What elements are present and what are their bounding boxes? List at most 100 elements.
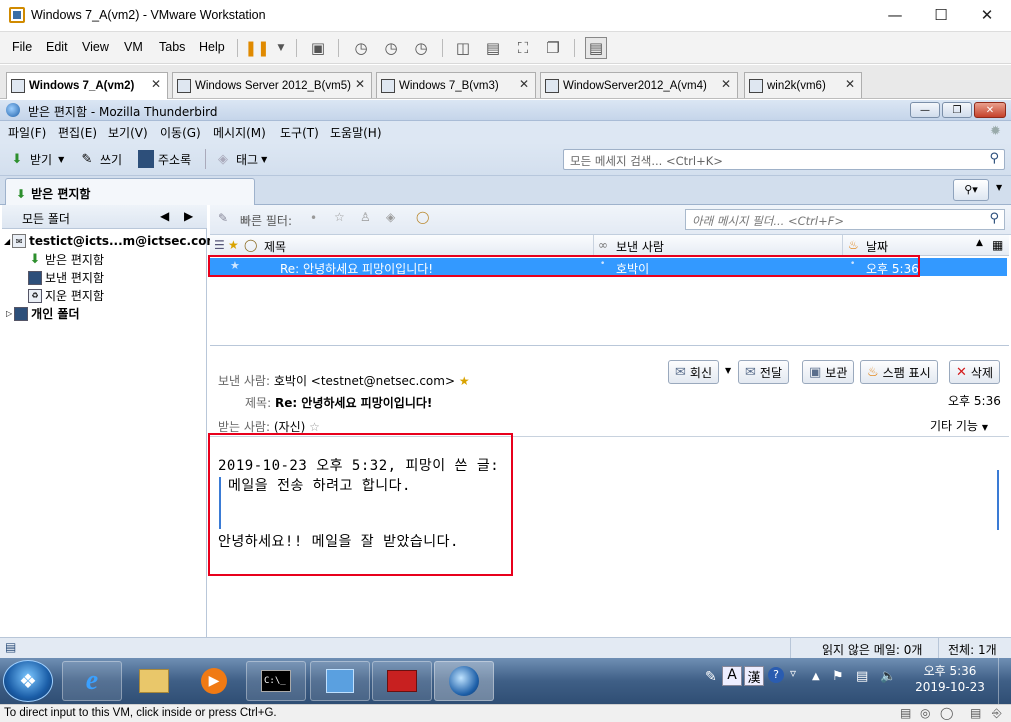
contact-filter-icon[interactable]: ♙ bbox=[360, 210, 371, 224]
minimize-icon[interactable]: — bbox=[872, 0, 918, 30]
network-icon[interactable]: ▤ bbox=[856, 669, 868, 684]
media-player-icon[interactable]: ▶ bbox=[184, 661, 244, 701]
close-tab-icon[interactable]: ✕ bbox=[355, 77, 365, 91]
tag-button[interactable]: ◈ 태그 ▼ bbox=[214, 148, 267, 170]
show-desktop-button[interactable] bbox=[998, 658, 1011, 704]
menu-tools[interactable]: 도구(T) bbox=[280, 124, 319, 141]
pin-icon[interactable]: ✎ bbox=[218, 211, 228, 225]
column-picker-icon[interactable]: ▦ bbox=[992, 238, 1003, 252]
menu-vm[interactable]: VM bbox=[124, 40, 143, 54]
toolbox-icon[interactable] bbox=[372, 661, 432, 701]
tab-windowserver2012-a[interactable]: WindowServer2012_A(vm4) ✕ bbox=[540, 72, 738, 98]
reply-button[interactable]: ✉ 회신 bbox=[668, 360, 719, 384]
star-filter-icon[interactable]: ☆ bbox=[334, 210, 345, 224]
expand-icon[interactable]: ▷ bbox=[6, 309, 12, 318]
thread-column-icon[interactable]: ☰ bbox=[214, 238, 225, 252]
chevron-down-icon[interactable]: ▼ bbox=[725, 366, 731, 375]
tab-windows7-b[interactable]: Windows 7_B(vm3) ✕ bbox=[376, 72, 536, 98]
chevron-down-icon[interactable]: ▼ bbox=[996, 183, 1002, 192]
maximize-icon[interactable]: ☐ bbox=[918, 0, 964, 30]
archive-button[interactable]: ▣ 보관 bbox=[802, 360, 855, 384]
folder-inbox[interactable]: ⬇ 받은 편지함 bbox=[28, 251, 104, 268]
ime-options-icon[interactable]: ▿ bbox=[790, 666, 796, 680]
close-tab-icon[interactable]: ✕ bbox=[845, 77, 855, 91]
ime-hanja[interactable]: 漢 bbox=[744, 666, 764, 686]
menu-go[interactable]: 이동(G) bbox=[160, 124, 201, 141]
send-keys-icon[interactable]: ▣ bbox=[307, 37, 329, 59]
menu-file[interactable]: File bbox=[12, 40, 32, 54]
forward-button[interactable]: ✉ 전달 bbox=[738, 360, 789, 384]
chevron-down-icon[interactable]: ▼ bbox=[270, 37, 292, 59]
action-center-icon[interactable]: ⚑ bbox=[832, 669, 844, 684]
attachment-filter-icon[interactable]: ◯ bbox=[416, 210, 429, 224]
start-button[interactable]: ❖ bbox=[3, 660, 53, 702]
account-item[interactable]: ◢ ✉ testict@icts...m@ictsec.com bbox=[4, 234, 219, 248]
expand-icon[interactable]: ◢ bbox=[4, 237, 10, 246]
to-value[interactable]: (자신) bbox=[274, 420, 305, 434]
help-icon[interactable]: ? bbox=[768, 667, 784, 683]
revert-snapshot-icon[interactable]: ◷ bbox=[380, 37, 402, 59]
menu-help[interactable]: Help bbox=[199, 40, 225, 54]
fullscreen-icon[interactable]: ⛶ bbox=[512, 37, 534, 59]
previous-view-icon[interactable]: ◀ bbox=[160, 209, 169, 223]
search-icon[interactable]: ⚲ bbox=[989, 211, 999, 226]
show-hidden-icons[interactable]: ▲ bbox=[812, 671, 820, 682]
language-bar-icon[interactable]: ✎ bbox=[705, 669, 717, 685]
menu-edit[interactable]: Edit bbox=[46, 40, 68, 54]
network-adapter-icon[interactable]: ◯ bbox=[940, 706, 953, 720]
delete-button[interactable]: ✕ 삭제 bbox=[949, 360, 1000, 384]
pause-icon[interactable]: ❚❚ bbox=[244, 37, 269, 59]
close-tab-icon[interactable]: ✕ bbox=[519, 77, 529, 91]
column-date[interactable]: 날짜 bbox=[866, 238, 888, 255]
menu-edit[interactable]: 편집(E) bbox=[58, 124, 97, 141]
star-column-icon[interactable]: ★ bbox=[228, 238, 239, 252]
minimize-icon[interactable]: — bbox=[910, 102, 940, 118]
menu-tabs[interactable]: Tabs bbox=[159, 40, 185, 54]
local-folders-item[interactable]: ▷ 개인 폴더 bbox=[6, 305, 80, 322]
read-status-column-icon[interactable]: ∞ bbox=[598, 238, 608, 252]
tab-win2k[interactable]: win2k(vm6) ✕ bbox=[744, 72, 862, 98]
snapshot-icon[interactable]: ◷ bbox=[350, 37, 372, 59]
unity-icon[interactable]: ❐ bbox=[542, 37, 564, 59]
snapshot-manager-icon[interactable]: ◷ bbox=[410, 37, 432, 59]
restore-icon[interactable]: ❐ bbox=[942, 102, 972, 118]
close-icon[interactable]: ✕ bbox=[964, 0, 1010, 30]
column-from[interactable]: 보낸 사람 bbox=[616, 238, 664, 255]
close-icon[interactable]: ✕ bbox=[974, 102, 1006, 118]
star-icon[interactable]: ☆ bbox=[309, 420, 320, 434]
menu-message[interactable]: 메시지(M) bbox=[213, 124, 266, 141]
ime-mode-a[interactable]: A bbox=[722, 666, 742, 686]
usb-icon[interactable]: ⎆ bbox=[992, 706, 1002, 721]
tab-list-button[interactable]: ⚲▾ bbox=[953, 179, 989, 201]
close-tab-icon[interactable]: ✕ bbox=[721, 77, 731, 91]
search-icon[interactable]: ⚲ bbox=[989, 151, 999, 166]
close-tab-icon[interactable]: ✕ bbox=[151, 77, 161, 91]
tag-filter-icon[interactable]: ◈ bbox=[386, 210, 395, 224]
column-divider[interactable] bbox=[593, 235, 594, 256]
next-view-icon[interactable]: ▶ bbox=[184, 209, 193, 223]
volume-muted-icon[interactable]: 🔈 bbox=[880, 669, 896, 684]
internet-explorer-icon[interactable]: e bbox=[62, 661, 122, 701]
junk-button[interactable]: ♨ 스팸 표시 bbox=[860, 360, 938, 384]
get-messages-button[interactable]: ⬇ 받기 ▼ bbox=[8, 148, 65, 170]
attachment-column-icon[interactable]: ◯ bbox=[244, 238, 257, 252]
tab-windows7-a[interactable]: Windows 7_A(vm2) ✕ bbox=[6, 72, 168, 99]
folder-sent[interactable]: 보낸 편지함 bbox=[28, 269, 104, 286]
command-prompt-icon[interactable]: C:\_ bbox=[246, 661, 306, 701]
display-icon[interactable]: ▤ bbox=[970, 706, 981, 720]
address-book-button[interactable]: 주소록 bbox=[138, 148, 191, 170]
tab-inbox[interactable]: ⬇ 받은 편지함 bbox=[5, 178, 255, 205]
menu-view[interactable]: View bbox=[82, 40, 109, 54]
file-explorer-icon[interactable] bbox=[124, 661, 184, 701]
column-divider[interactable] bbox=[842, 235, 843, 256]
online-status-icon[interactable]: ▤ bbox=[5, 640, 16, 654]
menu-file[interactable]: 파일(F) bbox=[8, 124, 46, 141]
cd-drive-icon[interactable]: ◎ bbox=[920, 706, 930, 720]
system-clock[interactable]: 오후 5:36 2019-10-23 bbox=[910, 663, 990, 695]
library-icon[interactable]: ◫ bbox=[452, 37, 474, 59]
column-subject[interactable]: 제목 bbox=[264, 238, 286, 255]
quick-filter-input[interactable]: 아래 메시지 필더... <Ctrl+F> ⚲ bbox=[685, 209, 1005, 230]
folder-trash[interactable]: ♻ 지운 편지함 bbox=[28, 287, 104, 304]
control-panel-icon[interactable] bbox=[310, 661, 370, 701]
sort-ascending-icon[interactable]: ▲ bbox=[976, 238, 983, 248]
